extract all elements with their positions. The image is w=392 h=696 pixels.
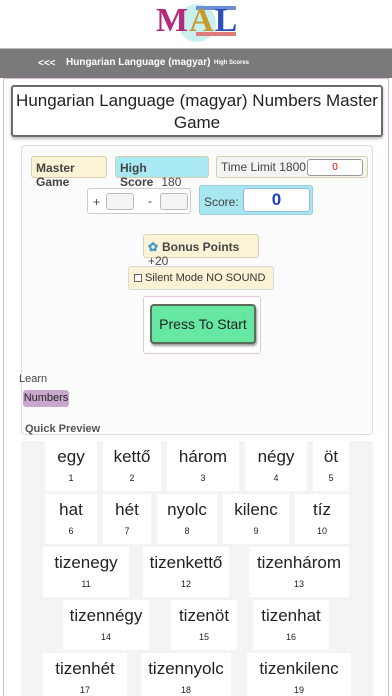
preview-number: 1 [68,473,74,483]
score-label: Score: [204,195,239,209]
preview-number: 11 [81,579,91,589]
preview-word: kettő [113,447,151,466]
preview-word: tizennyolc [148,659,224,678]
preview-number: 2 [129,473,135,483]
preview-card[interactable]: öt 5 [313,441,349,491]
nav-title-link[interactable]: Hungarian Language (magyar) [66,57,210,68]
preview-number: 17 [79,685,90,695]
operand-input-2[interactable] [160,193,188,210]
preview-word: tizenöt [178,606,230,625]
header-logo-bar: MAL [0,0,392,48]
logo-letters: MAL [156,2,238,40]
preview-number: 18 [180,685,191,695]
back-link[interactable]: <<< [38,58,56,69]
logo-letter-l: L [214,2,239,39]
preview-number: 12 [180,579,191,589]
bonus-points-badge: ✿ Bonus Points +20 [143,234,259,268]
start-button[interactable]: Press To Start [150,304,256,344]
plus-sign: + [93,195,101,209]
flower-icon: ✿ [148,240,159,254]
preview-card[interactable]: tizenkettő 12 [143,547,229,597]
preview-card[interactable]: tizennégy 14 [63,600,149,650]
silent-mode-label: Silent Mode NO SOUND [145,272,266,284]
quick-preview-grid: egy 1 kettő 2 három 3 négy 4 öt 5 hat 6 hét 7 n… [21,441,373,696]
preview-word: négy [257,447,295,466]
preview-card[interactable]: tíz 10 [295,494,349,544]
preview-card[interactable]: egy 1 [45,441,97,491]
time-limit-box: Time Limit 1800 0 [216,156,368,178]
preview-number: 14 [100,632,111,642]
preview-word: kilenc [234,500,278,519]
game-panel: Master Game High Score 180 Time Limit 180… [21,145,373,435]
logo-letter-a: A [189,2,215,39]
nav-bar: <<< Hungarian Language (magyar) High Sco… [0,48,392,78]
bonus-points-label: Bonus Points [162,240,240,254]
score-value: 0 [243,188,310,212]
silent-mode-toggle[interactable]: Silent Mode NO SOUND [128,266,274,290]
preview-number: 7 [124,526,130,536]
preview-card[interactable]: tizenegy 11 [43,547,129,597]
preview-word: hat [59,500,83,519]
preview-card[interactable]: tizenöt 15 [171,600,237,650]
preview-number: 4 [273,473,279,483]
page-title: Hungarian Language (magyar) Numbers Mast… [11,85,383,137]
mal-logo[interactable]: MAL [152,2,242,46]
preview-word: hét [115,500,139,519]
preview-word: tizennégy [69,606,143,625]
preview-card[interactable]: négy 4 [245,441,307,491]
start-button-container: Press To Start [143,296,261,354]
preview-word: öt [323,447,339,466]
silent-mode-checkbox[interactable] [134,274,142,282]
preview-card[interactable]: kilenc 9 [223,494,289,544]
preview-number: 6 [68,526,74,536]
preview-number: 9 [253,526,259,536]
logo-letter-m: M [156,2,190,39]
high-score-value: 180 [161,175,182,189]
preview-card[interactable]: tizenhat 16 [253,600,329,650]
preview-card[interactable]: három 3 [167,441,239,491]
preview-number: 3 [200,473,206,483]
preview-card[interactable]: tizenhét 17 [43,653,127,696]
preview-word: három [178,447,228,466]
numbers-chip[interactable]: Numbers [23,390,69,407]
score-box: Score: 0 [199,185,313,215]
operand-input-1[interactable] [106,193,134,210]
preview-number: 5 [328,473,334,483]
operand-box: + - [87,188,191,214]
quick-preview-label: Quick Preview [25,423,101,435]
preview-word: tizenegy [54,553,118,572]
preview-card[interactable]: tizennyolc 18 [141,653,231,696]
high-scores-link[interactable]: High Scores [214,60,249,66]
preview-card[interactable]: kettő 2 [103,441,161,491]
page-content: Hungarian Language (magyar) Numbers Mast… [3,78,389,696]
high-score-badge: High Score 180 [115,156,209,189]
time-limit-label: Time Limit 1800 [221,160,306,174]
preview-number: 16 [285,632,296,642]
preview-card[interactable]: tizenhárom 13 [249,547,349,597]
preview-card[interactable]: hat 6 [45,494,97,544]
preview-word: tizenkilenc [259,659,339,678]
master-game-label: Master Game [31,156,107,189]
preview-word: egy [57,447,85,466]
preview-card[interactable]: hét 7 [103,494,151,544]
preview-number: 19 [293,685,304,695]
preview-word: tizenhét [55,659,115,678]
preview-word: nyolc [167,500,207,519]
preview-number: 8 [184,526,190,536]
minus-sign: - [148,194,152,208]
high-score-label: High Score [120,161,154,189]
preview-word: tíz [313,500,331,519]
learn-label: Learn [19,373,48,385]
preview-word: tizenkettő [149,553,223,572]
preview-word: tizenhárom [256,553,342,572]
preview-number: 15 [198,632,209,642]
preview-number: 13 [293,579,304,589]
preview-word: tizenhat [261,606,321,625]
time-remaining-field: 0 [307,159,363,176]
preview-number: 10 [316,526,327,536]
preview-card[interactable]: tizenkilenc 19 [247,653,351,696]
preview-card[interactable]: nyolc 8 [157,494,217,544]
